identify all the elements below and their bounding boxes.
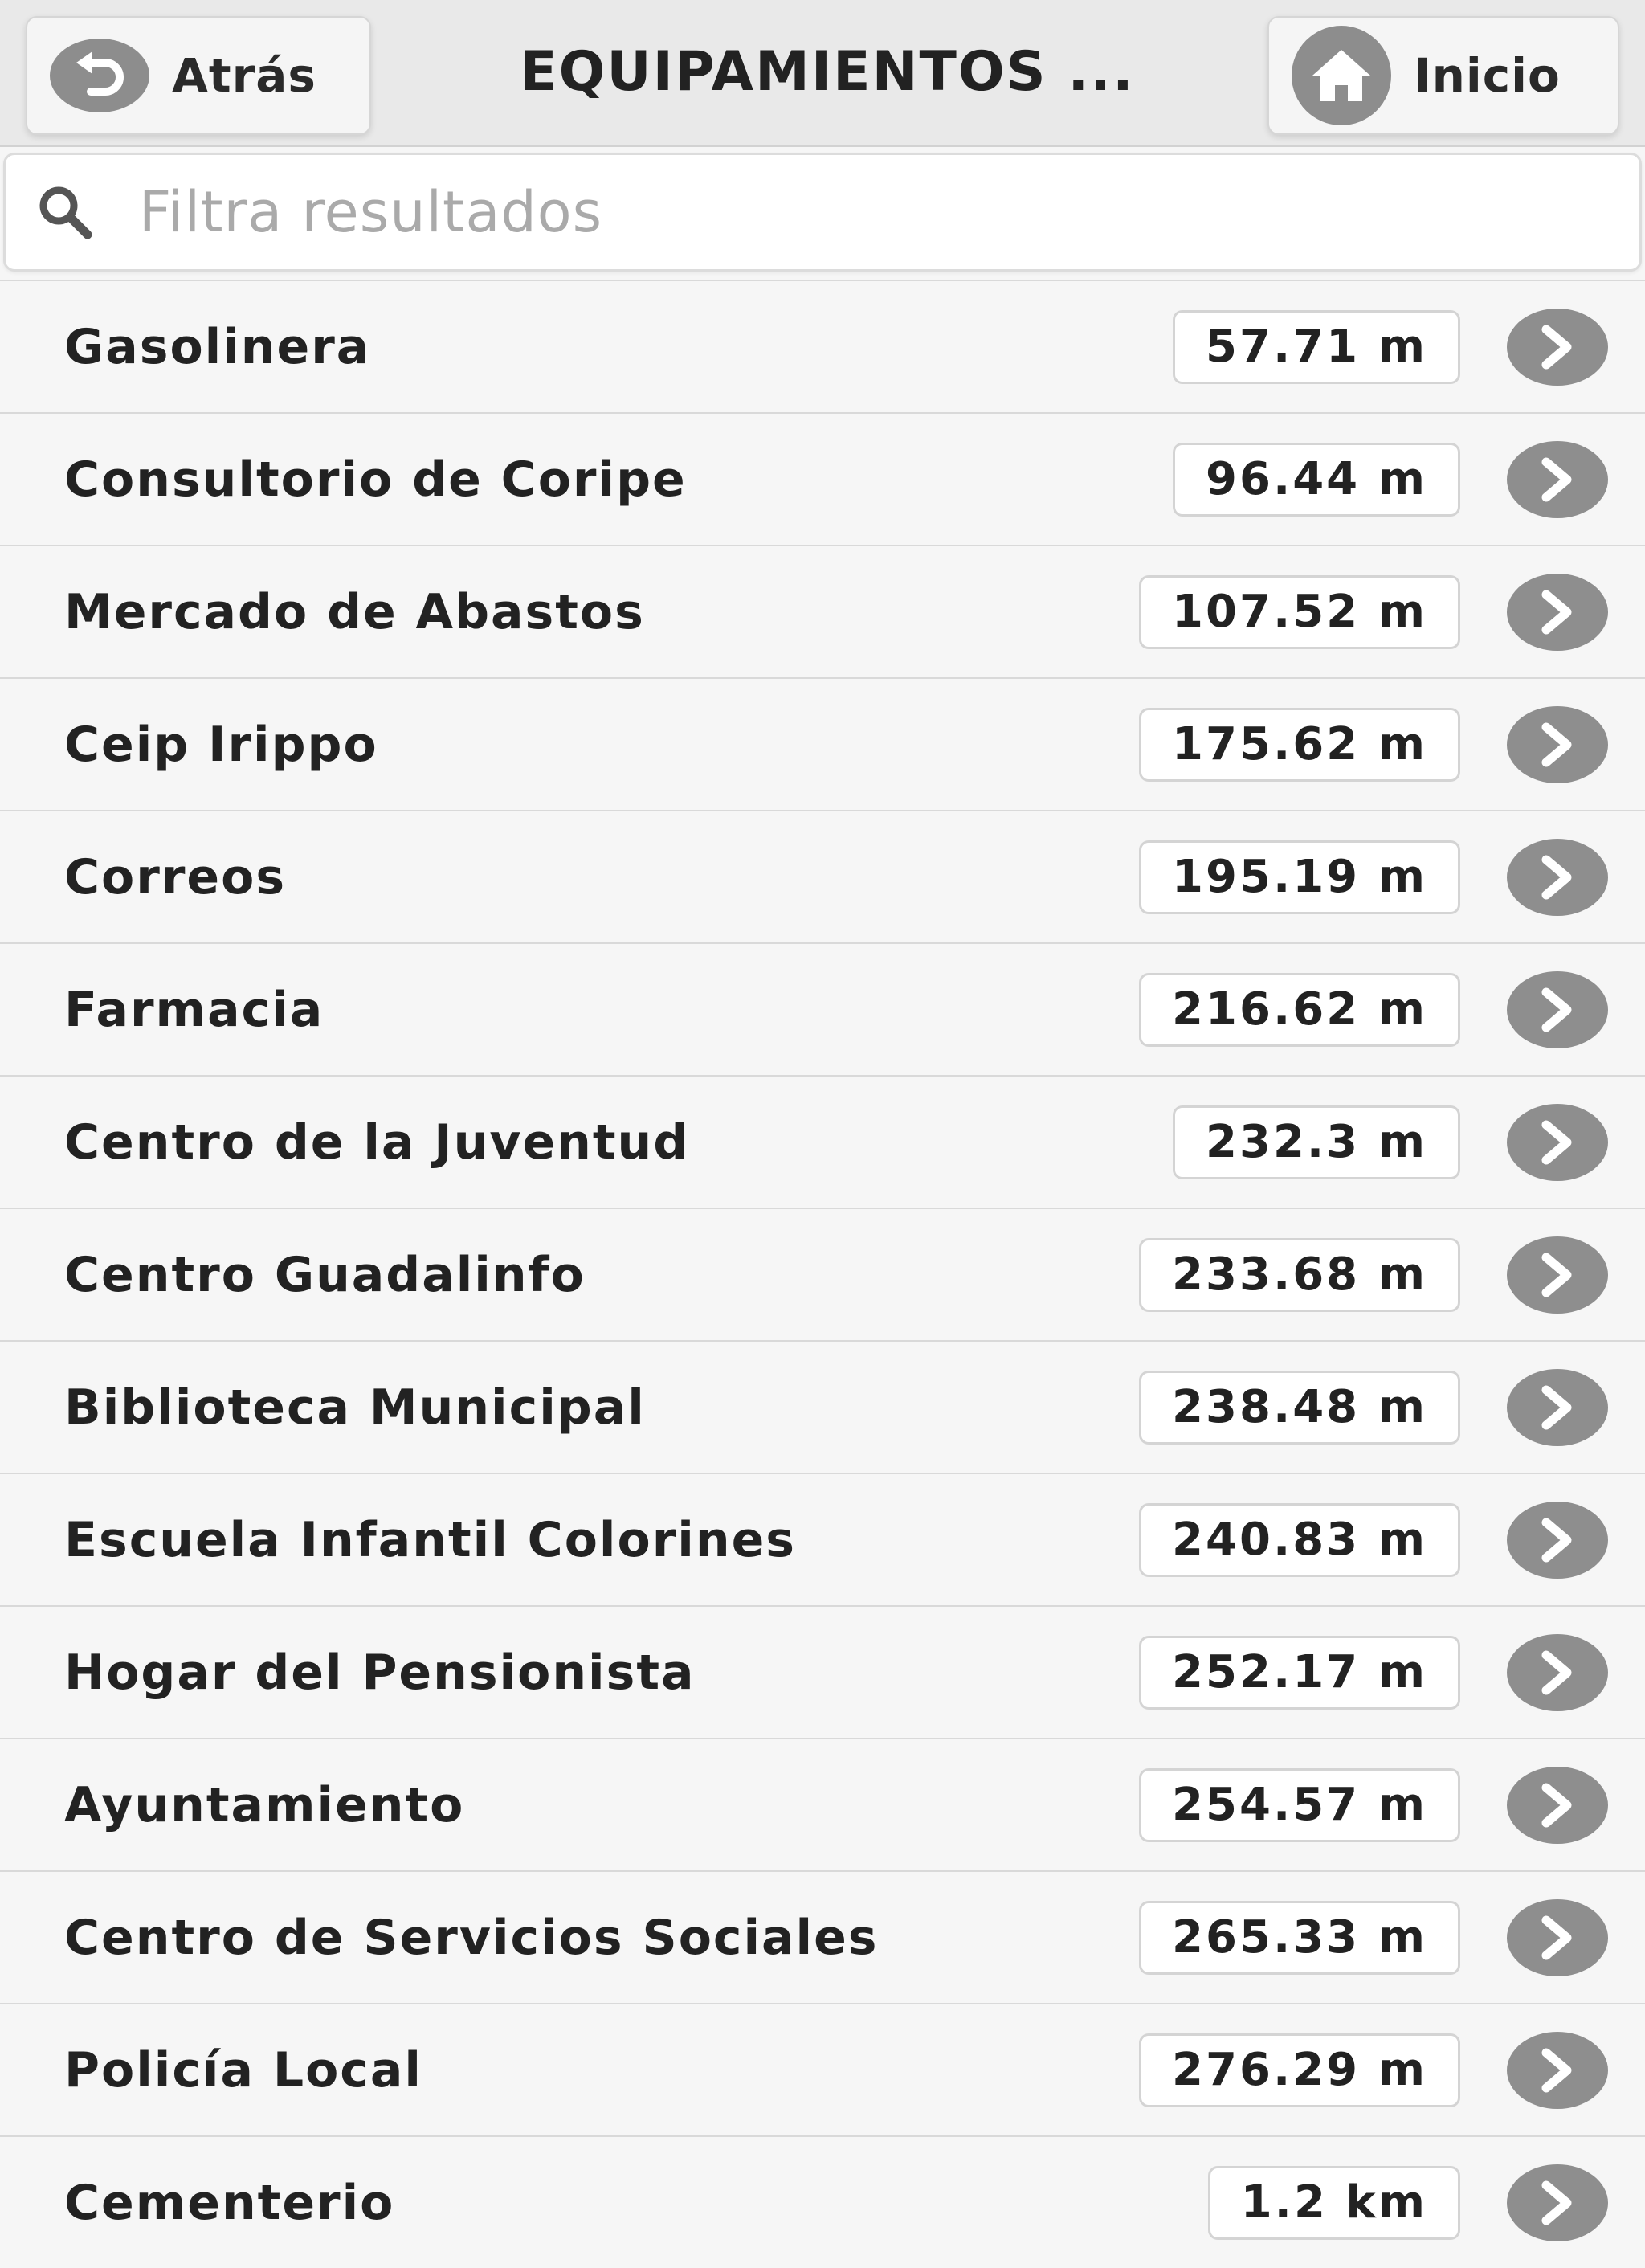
back-arrow-icon <box>50 39 149 112</box>
distance-badge: 175.62 m <box>1139 707 1460 782</box>
item-name: Correos <box>64 848 287 905</box>
list-item[interactable]: Hogar del Pensionista 252.17 m <box>0 1605 1645 1738</box>
distance-badge: 96.44 m <box>1173 442 1460 517</box>
list-item[interactable]: Mercado de Abastos 107.52 m <box>0 545 1645 677</box>
header-bar: Atrás EQUIPAMIENTOS ... Inicio <box>0 0 1645 147</box>
chevron-right-icon[interactable] <box>1507 705 1608 783</box>
item-name: Consultorio de Coripe <box>64 451 687 508</box>
distance-badge: 252.17 m <box>1139 1635 1460 1710</box>
item-name: Centro de la Juventud <box>64 1114 690 1171</box>
home-button[interactable]: Inicio <box>1267 16 1619 135</box>
search-bar <box>3 153 1642 272</box>
chevron-right-icon[interactable] <box>1507 1103 1608 1181</box>
distance-badge: 233.68 m <box>1139 1237 1460 1312</box>
distance-badge: 57.71 m <box>1173 309 1460 384</box>
list-item[interactable]: Cementerio 1.2 km <box>0 2135 1645 2268</box>
home-label: Inicio <box>1414 48 1561 103</box>
chevron-right-icon[interactable] <box>1507 573 1608 651</box>
list-item[interactable]: Centro Guadalinfo 233.68 m <box>0 1208 1645 1340</box>
distance-badge: 216.62 m <box>1139 972 1460 1047</box>
search-icon <box>33 180 97 244</box>
distance-badge: 107.52 m <box>1139 574 1460 649</box>
chevron-right-icon[interactable] <box>1507 1633 1608 1711</box>
item-name: Cementerio <box>64 2174 395 2231</box>
chevron-right-icon[interactable] <box>1507 2031 1608 2109</box>
page-title: EQUIPAMIENTOS ... <box>520 40 1135 104</box>
item-name: Hogar del Pensionista <box>64 1644 696 1701</box>
chevron-right-icon[interactable] <box>1507 1501 1608 1579</box>
back-button[interactable]: Atrás <box>26 16 371 135</box>
list-item[interactable]: Ceip Irippo 175.62 m <box>0 677 1645 810</box>
list-item[interactable]: Policía Local 276.29 m <box>0 2003 1645 2135</box>
chevron-right-icon[interactable] <box>1507 838 1608 916</box>
distance-badge: 195.19 m <box>1139 840 1460 914</box>
distance-badge: 1.2 km <box>1207 2165 1460 2240</box>
list-item[interactable]: Correos 195.19 m <box>0 810 1645 942</box>
chevron-right-icon[interactable] <box>1507 308 1608 386</box>
item-name: Gasolinera <box>64 318 371 375</box>
search-input[interactable] <box>137 178 1506 246</box>
distance-badge: 254.57 m <box>1139 1767 1460 1842</box>
item-name: Mercado de Abastos <box>64 583 645 640</box>
item-name: Biblioteca Municipal <box>64 1379 646 1436</box>
item-name: Ayuntamiento <box>64 1776 465 1833</box>
distance-badge: 232.3 m <box>1173 1105 1460 1179</box>
results-list: Gasolinera 57.71 m Consultorio de Coripe… <box>0 280 1645 2268</box>
chevron-right-icon[interactable] <box>1507 1236 1608 1314</box>
list-item[interactable]: Gasolinera 57.71 m <box>0 280 1645 412</box>
item-name: Centro Guadalinfo <box>64 1246 586 1303</box>
list-item[interactable]: Consultorio de Coripe 96.44 m <box>0 412 1645 545</box>
list-item[interactable]: Centro de Servicios Sociales 265.33 m <box>0 1870 1645 2003</box>
chevron-right-icon[interactable] <box>1507 2164 1608 2241</box>
list-item[interactable]: Ayuntamiento 254.57 m <box>0 1738 1645 1870</box>
back-label: Atrás <box>172 48 316 103</box>
list-item[interactable]: Centro de la Juventud 232.3 m <box>0 1075 1645 1208</box>
item-name: Ceip Irippo <box>64 716 378 773</box>
distance-badge: 240.83 m <box>1139 1502 1460 1577</box>
chevron-right-icon[interactable] <box>1507 971 1608 1048</box>
item-name: Policía Local <box>64 2041 422 2098</box>
item-name: Farmacia <box>64 981 325 1038</box>
chevron-right-icon[interactable] <box>1507 1766 1608 1844</box>
distance-badge: 265.33 m <box>1139 1900 1460 1975</box>
chevron-right-icon[interactable] <box>1507 1898 1608 1976</box>
chevron-right-icon[interactable] <box>1507 1368 1608 1446</box>
chevron-right-icon[interactable] <box>1507 440 1608 518</box>
list-item[interactable]: Farmacia 216.62 m <box>0 942 1645 1075</box>
distance-badge: 276.29 m <box>1139 2033 1460 2107</box>
list-item[interactable]: Escuela Infantil Colorines 240.83 m <box>0 1473 1645 1605</box>
home-icon <box>1292 26 1391 125</box>
item-name: Escuela Infantil Colorines <box>64 1511 796 1568</box>
item-name: Centro de Servicios Sociales <box>64 1909 879 1966</box>
distance-badge: 238.48 m <box>1139 1370 1460 1445</box>
list-item[interactable]: Biblioteca Municipal 238.48 m <box>0 1340 1645 1473</box>
